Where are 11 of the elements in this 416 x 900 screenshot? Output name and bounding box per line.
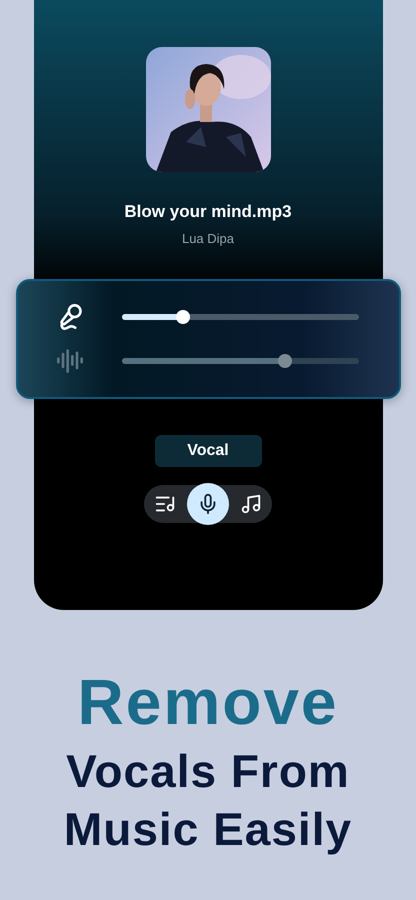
- mode-label: Vocal: [154, 435, 262, 467]
- slider-thumb[interactable]: [278, 354, 292, 368]
- artist-name: Lua Dipa: [182, 231, 234, 246]
- headline-line: Vocals From: [66, 748, 350, 794]
- music-note-icon: [240, 493, 262, 515]
- mode-button[interactable]: [187, 483, 229, 525]
- sound-wave-icon: [56, 347, 84, 375]
- headline-line: Music Easily: [64, 806, 352, 852]
- slider-thumb[interactable]: [176, 310, 190, 324]
- headline-accent: Remove: [78, 670, 338, 734]
- song-title: Blow your mind.mp3: [124, 202, 292, 222]
